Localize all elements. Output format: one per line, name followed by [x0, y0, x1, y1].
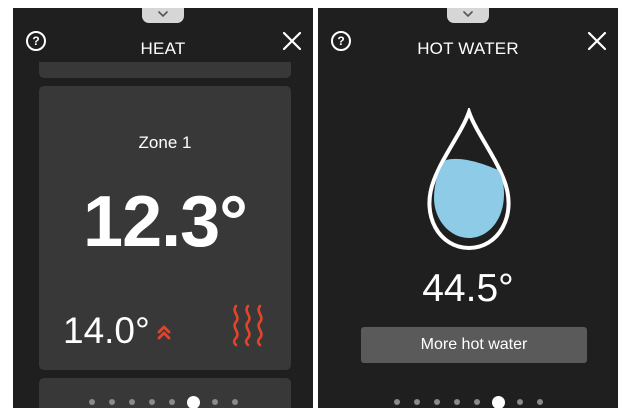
page-indicator — [13, 395, 313, 408]
zone-name: Zone 1 — [138, 133, 192, 152]
pull-down-tab[interactable] — [447, 8, 489, 23]
zone-setpoint-temperature: 14.0° — [63, 310, 150, 351]
heat-waves-icon — [232, 304, 263, 347]
raise-chevrons-icon — [157, 325, 171, 340]
previous-zone-card[interactable] — [39, 62, 291, 78]
chevron-down-icon — [463, 11, 473, 17]
page-dot[interactable] — [168, 399, 175, 405]
page-indicator — [318, 395, 618, 408]
hot-water-screen: ? HOT WATER 44.5° More hot water — [318, 8, 618, 408]
page-dot[interactable] — [536, 399, 543, 405]
heat-screen: ? HEAT Zone 1 12.3° 14.0° — [13, 8, 313, 408]
page-dot[interactable] — [473, 399, 480, 405]
page-dot[interactable] — [433, 399, 440, 405]
page-dot[interactable] — [128, 399, 135, 405]
page-dot[interactable] — [88, 399, 95, 405]
pull-down-tab[interactable] — [142, 8, 184, 23]
page-dot[interactable] — [108, 399, 115, 405]
zone-card[interactable]: Zone 1 12.3° 14.0° — [39, 86, 291, 370]
zone-current-temperature: 12.3° — [83, 182, 248, 262]
page-dot[interactable] — [211, 399, 218, 405]
page-dot[interactable] — [453, 399, 460, 405]
screen-title: HEAT — [140, 39, 186, 58]
page-dot[interactable] — [516, 399, 523, 405]
page-dot[interactable] — [393, 399, 400, 405]
page-dot[interactable] — [231, 399, 238, 405]
page-dot[interactable] — [413, 399, 420, 405]
page-dot-active[interactable] — [491, 395, 505, 408]
chevron-down-icon — [158, 11, 168, 17]
screen-title: HOT WATER — [417, 39, 519, 58]
more-hot-water-button[interactable]: More hot water — [361, 327, 587, 363]
page-dot-active[interactable] — [186, 395, 200, 408]
water-drop-icon — [427, 108, 511, 251]
page-dot[interactable] — [148, 399, 155, 405]
hot-water-temperature: 44.5° — [422, 267, 514, 310]
